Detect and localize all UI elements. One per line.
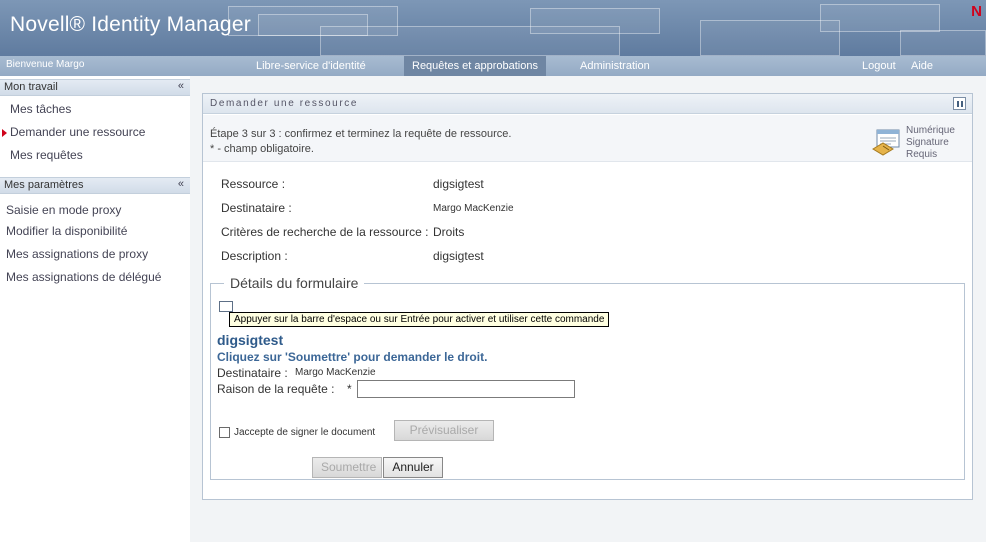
sidebar-item-my-tasks[interactable]: Mes tâches	[10, 102, 71, 116]
info-label: Destinataire :	[221, 201, 292, 215]
help-link[interactable]: Aide	[911, 56, 933, 76]
cancel-button[interactable]: Annuler	[383, 457, 443, 478]
info-value: Margo MacKenzie	[433, 203, 514, 214]
panel-header: Demander une ressource	[203, 94, 972, 114]
step-area: Étape 3 sur 3 : confirmez et terminez la…	[203, 115, 972, 162]
sidebar-item-proxy-mode[interactable]: Saisie en mode proxy	[6, 203, 121, 217]
welcome-text: Bienvenue Margo	[6, 59, 85, 70]
logout-link[interactable]: Logout	[862, 56, 896, 76]
info-value: digsigtest	[433, 177, 484, 191]
submit-button[interactable]: Soumettre	[312, 457, 382, 478]
reason-input[interactable]	[357, 380, 575, 398]
info-label: Description :	[221, 249, 288, 263]
tab-self-service[interactable]: Libre-service d'identité	[248, 56, 374, 76]
signature-label: Requis	[906, 149, 938, 160]
signature-label: Signature	[906, 137, 949, 148]
banner-decoration	[700, 20, 840, 56]
info-value: digsigtest	[433, 249, 484, 263]
form-details-legend: Détails du formulaire	[224, 275, 365, 291]
tab-administration[interactable]: Administration	[572, 56, 658, 76]
banner-decoration	[900, 30, 986, 56]
required-note: * - champ obligatoire.	[210, 143, 314, 155]
sidebar-item-proxy-assignments[interactable]: Mes assignations de proxy	[6, 247, 148, 261]
sidebar: Mon travail « Mes tâches Demander une re…	[0, 76, 190, 542]
info-value: Droits	[433, 225, 465, 239]
sidebar-section-title: Mon travail	[4, 81, 58, 93]
top-nav: Bienvenue Margo Libre-service d'identité…	[0, 56, 986, 76]
panel-options-icon[interactable]	[953, 97, 966, 110]
app-banner: Novell® Identity Manager N	[0, 0, 986, 56]
required-mark: *	[347, 382, 352, 396]
double-chevron-up-icon[interactable]: «	[178, 178, 184, 190]
form-title: digsigtest	[217, 332, 284, 348]
selected-arrow-icon	[2, 129, 7, 137]
tab-requests-approvals[interactable]: Requêtes et approbations	[404, 56, 546, 76]
tooltip: Appuyer sur la barre d'espace ou sur Ent…	[229, 312, 610, 327]
signature-label: Numérique	[906, 125, 955, 136]
step-text: Étape 3 sur 3 : confirmez et terminez la…	[210, 128, 512, 140]
sidebar-section-header: Mes paramètres «	[0, 177, 190, 194]
banner-decoration	[530, 8, 660, 34]
recipient-value: Margo MacKenzie	[295, 367, 376, 378]
sidebar-item-my-requests[interactable]: Mes requêtes	[10, 148, 83, 162]
sign-document-checkbox[interactable]	[219, 427, 230, 438]
banner-decoration	[820, 4, 940, 32]
novell-logo: N	[971, 3, 982, 20]
digital-signature-icon	[872, 129, 900, 156]
reason-label: Raison de la requête :	[217, 382, 335, 396]
sidebar-section-header: Mon travail «	[0, 79, 190, 96]
sidebar-item-delegate-assignments[interactable]: Mes assignations de délégué	[6, 270, 161, 284]
sidebar-section-title: Mes paramètres	[4, 179, 84, 191]
focused-control[interactable]	[219, 301, 233, 312]
info-label: Ressource :	[221, 177, 286, 191]
sidebar-item-request-resource[interactable]: Demander une ressource	[10, 125, 145, 139]
info-label: Critères de recherche de la ressource :	[221, 225, 429, 239]
double-chevron-up-icon[interactable]: «	[178, 80, 184, 92]
form-subtitle: Cliquez sur 'Soumettre' pour demander le…	[217, 350, 488, 364]
sidebar-item-availability[interactable]: Modifier la disponibilité	[6, 224, 127, 238]
recipient-label: Destinataire :	[217, 366, 288, 380]
panel-title: Demander une ressource	[210, 98, 359, 109]
request-resource-panel: Demander une ressource Étape 3 sur 3 : c…	[202, 93, 973, 500]
preview-button[interactable]: Prévisualiser	[394, 420, 494, 441]
sign-document-label: Jaccepte de signer le document	[234, 427, 376, 438]
app-title: Novell® Identity Manager	[10, 13, 251, 36]
form-details-fieldset: Détails du formulaire Appuyer sur la bar…	[210, 275, 965, 480]
